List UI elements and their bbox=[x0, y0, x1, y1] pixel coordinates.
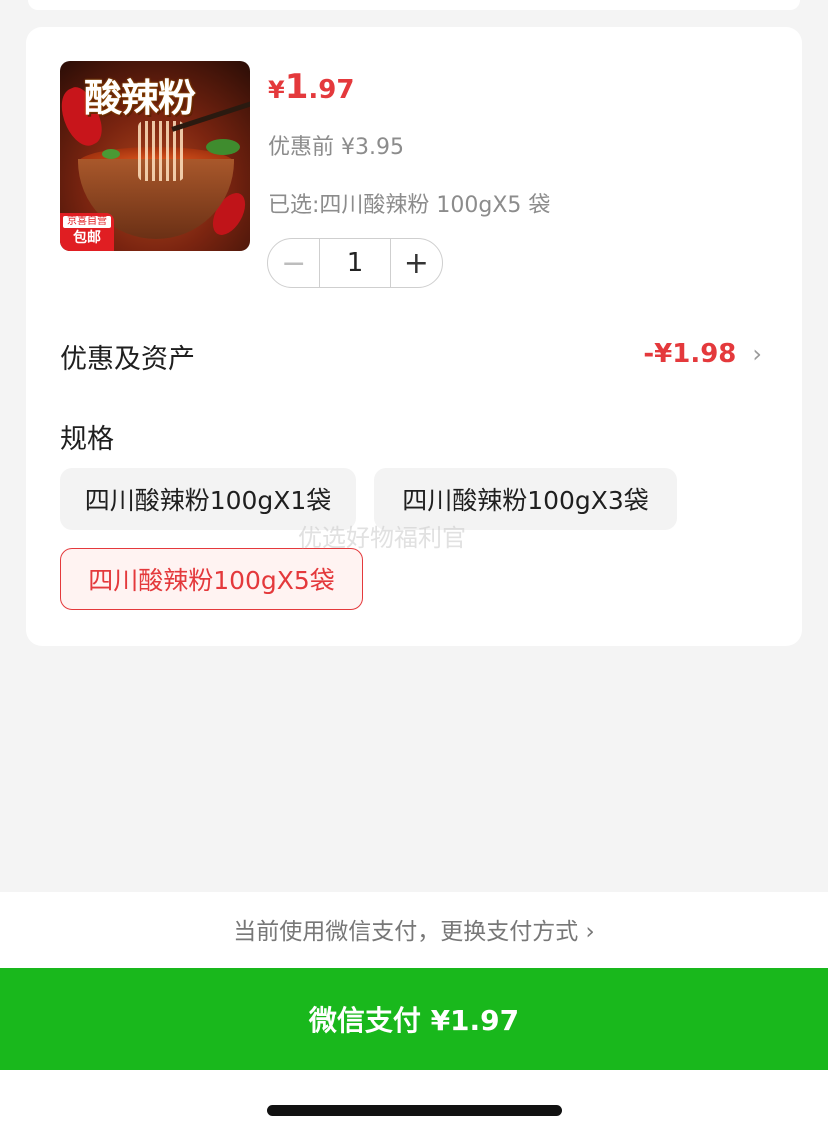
minus-icon[interactable]: − bbox=[268, 239, 319, 287]
free-shipping-badge: 京喜自营 包邮 bbox=[60, 213, 114, 251]
badge-bottom-text: 包邮 bbox=[73, 230, 101, 246]
chevron-right-icon: › bbox=[752, 340, 762, 368]
product-image-title: 酸辣粉 bbox=[84, 75, 196, 120]
spec-option-3-selected[interactable]: 四川酸辣粉100gX5袋 bbox=[60, 548, 363, 610]
quantity-stepper: − 1 + bbox=[267, 238, 443, 288]
badge-top-text: 京喜自营 bbox=[63, 216, 111, 228]
price-currency: ¥ bbox=[268, 76, 285, 104]
current-price: ¥1.97 bbox=[268, 67, 354, 107]
quantity-input[interactable]: 1 bbox=[319, 239, 391, 287]
original-price: 优惠前 ¥3.95 bbox=[268, 135, 404, 160]
selected-spec-text: 已选:四川酸辣粉 100gX5 袋 bbox=[268, 193, 551, 218]
previous-card-edge bbox=[28, 0, 800, 10]
herb-decoration bbox=[206, 139, 240, 155]
home-indicator bbox=[267, 1105, 562, 1116]
spec-label: 规格 bbox=[60, 424, 114, 455]
discount-amount: -¥1.98 bbox=[643, 339, 737, 369]
plus-icon[interactable]: + bbox=[391, 239, 442, 287]
change-payment-link[interactable]: 当前使用微信支付，更换支付方式 › bbox=[0, 912, 828, 946]
herb-decoration bbox=[102, 149, 120, 159]
product-image[interactable]: 酸辣粉 京喜自营 包邮 bbox=[60, 61, 250, 251]
discount-label: 优惠及资产 bbox=[60, 344, 195, 375]
discount-row-button[interactable]: -¥1.98 › bbox=[643, 339, 762, 369]
price-integer: 1 bbox=[284, 67, 309, 107]
watermark-text: 优选好物福利官 bbox=[298, 524, 466, 552]
price-decimal: .97 bbox=[308, 75, 355, 105]
wechat-pay-button[interactable]: 微信支付 ¥1.97 bbox=[0, 968, 828, 1070]
product-sku-card: 酸辣粉 京喜自营 包邮 ¥1.97 优惠前 ¥3.95 已选:四川酸辣粉 100… bbox=[26, 27, 802, 646]
